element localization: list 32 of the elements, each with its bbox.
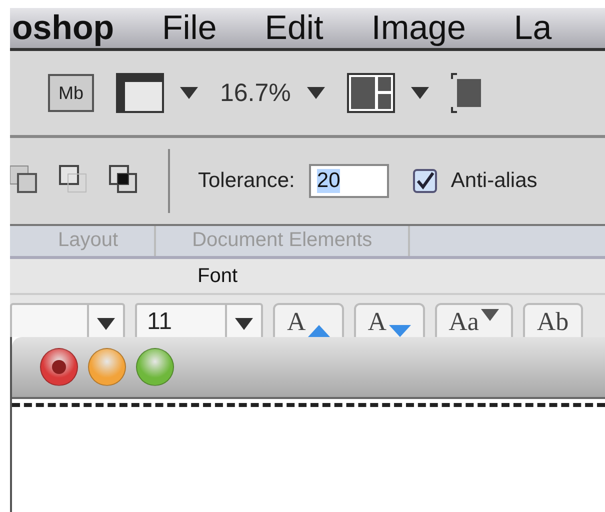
screen-mode-icon[interactable] <box>450 73 481 113</box>
menu-item[interactable]: La <box>514 8 552 48</box>
caret-icon <box>306 87 325 99</box>
font-size-combo[interactable]: 11 <box>135 303 263 337</box>
zoom-level[interactable]: 16.7% <box>220 78 291 108</box>
menu-item[interactable]: File <box>162 8 217 48</box>
anti-alias-checkbox[interactable] <box>412 169 437 193</box>
font-name-combo[interactable] <box>10 303 125 337</box>
change-case-button[interactable]: Aa <box>434 303 513 337</box>
arrange-documents-icon[interactable] <box>346 73 395 113</box>
triangle-up-icon <box>308 325 330 337</box>
tolerance-label: Tolerance: <box>198 169 295 193</box>
caret-icon <box>97 318 115 330</box>
close-button[interactable] <box>40 348 78 386</box>
triangle-down-icon <box>388 325 411 337</box>
caret-icon <box>180 87 198 99</box>
clear-formatting-button[interactable]: Ab <box>522 303 583 337</box>
group-title: Font <box>197 264 238 288</box>
tolerance-field[interactable]: 20 <box>308 164 389 198</box>
shrink-font-button[interactable]: A <box>354 303 425 337</box>
caret-icon <box>410 87 429 99</box>
menu-item[interactable]: oshop <box>12 8 114 48</box>
grow-font-button[interactable]: A <box>273 303 344 337</box>
menu-item[interactable]: Edit <box>264 8 324 48</box>
menu-item[interactable]: Image <box>371 8 466 48</box>
anti-alias-label: Anti-alias <box>450 169 538 193</box>
zoom-button[interactable] <box>136 348 174 386</box>
caret-icon <box>235 318 253 330</box>
screen-ruler-icon[interactable] <box>116 73 164 113</box>
minimize-button[interactable] <box>88 348 126 386</box>
bridge-button[interactable]: Mb <box>48 74 94 112</box>
caret-icon <box>480 309 499 321</box>
